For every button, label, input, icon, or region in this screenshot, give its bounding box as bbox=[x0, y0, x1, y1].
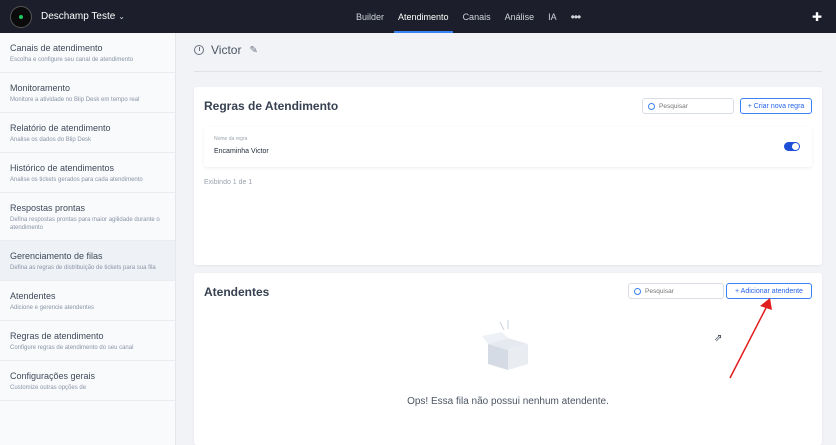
sidebar-item-desc: Analise os tickets gerados para cada ate… bbox=[10, 177, 143, 183]
clock-icon bbox=[194, 45, 204, 55]
add-agent-button[interactable]: + Adicionar atendente bbox=[726, 283, 812, 299]
nav-builder[interactable]: Builder bbox=[356, 0, 384, 33]
rules-search-field[interactable] bbox=[659, 102, 729, 110]
create-rule-button[interactable]: + Criar nova regra bbox=[740, 98, 812, 114]
search-icon bbox=[648, 102, 655, 110]
queue-header: Victor ✎ bbox=[194, 43, 258, 57]
sidebar-item-desc: Customize outras opções de bbox=[10, 385, 87, 391]
sidebar-item-title: Canais de atendimento bbox=[10, 43, 103, 53]
search-icon bbox=[634, 287, 641, 295]
nav-analise[interactable]: Análise bbox=[505, 0, 535, 33]
rule-active-toggle[interactable] bbox=[784, 142, 800, 151]
empty-box-icon bbox=[482, 320, 528, 370]
rules-title: Regras de Atendimento bbox=[204, 99, 339, 113]
sidebar-item-canais[interactable]: Canais de atendimento Escolha e configur… bbox=[0, 33, 175, 73]
mouse-cursor-icon: ⇗ bbox=[714, 333, 723, 344]
sidebar-item-filas[interactable]: Gerenciamento de filas Defina as regras … bbox=[0, 241, 175, 281]
sidebar-item-title: Configurações gerais bbox=[10, 371, 96, 381]
agents-card: Atendentes + Adicionar atendente Ops! Es… bbox=[194, 273, 822, 445]
nav-ia[interactable]: IA bbox=[548, 0, 557, 33]
sidebar-item-monitoramento[interactable]: Monitoramento Monitore a atividade no Bl… bbox=[0, 73, 175, 113]
sidebar-item-respostas[interactable]: Respostas prontas Defina respostas pront… bbox=[0, 193, 175, 241]
sidebar-item-desc: Monitore a atividade no Blip Desk em tem… bbox=[10, 97, 140, 103]
nav-atendimento[interactable]: Atendimento bbox=[394, 0, 453, 33]
sidebar-item-desc: Defina respostas prontas para maior agil… bbox=[10, 217, 160, 231]
top-navigation-bar: Deschamp Teste ⌄ Builder Atendimento Can… bbox=[0, 0, 836, 33]
sidebar-item-title: Atendentes bbox=[10, 291, 56, 301]
rule-name-label: Nome da regra bbox=[214, 136, 248, 142]
sidebar-item-title: Respostas prontas bbox=[10, 203, 86, 213]
sidebar-item-desc: Adicione e gerencie atendentes bbox=[10, 305, 95, 311]
sidebar-item-historico[interactable]: Histórico de atendimentos Analise os tic… bbox=[0, 153, 175, 193]
workspace-name: Deschamp Teste bbox=[41, 11, 116, 22]
sidebar-item-desc: Escolha e configure seu canal de atendim… bbox=[10, 57, 134, 63]
nav-canais[interactable]: Canais bbox=[463, 0, 491, 33]
agents-search-input[interactable] bbox=[628, 283, 724, 299]
sidebar-item-title: Relatório de atendimento bbox=[10, 123, 111, 133]
extensions-icon[interactable]: ✚ bbox=[812, 10, 826, 24]
sidebar-item-title: Regras de atendimento bbox=[10, 331, 104, 341]
rule-name-value: Encaminha Victor bbox=[214, 148, 269, 155]
sidebar-item-configuracoes[interactable]: Configurações gerais Customize outras op… bbox=[0, 361, 175, 401]
rules-search-input[interactable] bbox=[642, 98, 734, 114]
settings-sidebar: Canais de atendimento Escolha e configur… bbox=[0, 33, 176, 445]
rule-row[interactable]: Nome da regra Encaminha Victor bbox=[204, 127, 812, 167]
rules-card: Regras de Atendimento + Criar nova regra… bbox=[194, 87, 822, 265]
sidebar-item-atendentes[interactable]: Atendentes Adicione e gerencie atendente… bbox=[0, 281, 175, 321]
sidebar-item-desc: Analise os dados do Blip Desk bbox=[10, 137, 92, 143]
queue-name: Victor bbox=[211, 43, 242, 57]
more-icon[interactable]: ••• bbox=[571, 0, 582, 33]
agents-title: Atendentes bbox=[204, 285, 270, 299]
bot-avatar-icon bbox=[10, 5, 32, 28]
divider bbox=[194, 71, 822, 72]
empty-state-message: Ops! Essa fila não possui nenhum atenden… bbox=[407, 396, 609, 407]
sidebar-item-relatorio[interactable]: Relatório de atendimento Analise os dado… bbox=[0, 113, 175, 153]
agents-search-field[interactable] bbox=[645, 287, 715, 295]
sidebar-item-desc: Configure regras de atendimento do seu c… bbox=[10, 345, 134, 351]
edit-pencil-icon[interactable]: ✎ bbox=[249, 45, 257, 56]
sidebar-item-title: Histórico de atendimentos bbox=[10, 163, 115, 173]
sidebar-item-regras[interactable]: Regras de atendimento Configure regras d… bbox=[0, 321, 175, 361]
sidebar-item-title: Monitoramento bbox=[10, 83, 71, 93]
sidebar-item-title: Gerenciamento de filas bbox=[10, 251, 103, 261]
pagination-info: Exibindo 1 de 1 bbox=[204, 179, 253, 186]
workspace-selector[interactable]: Deschamp Teste ⌄ bbox=[10, 5, 125, 28]
chevron-down-icon: ⌄ bbox=[118, 12, 125, 21]
main-content: Victor ✎ Regras de Atendimento + Criar n… bbox=[176, 33, 836, 445]
main-nav: Builder Atendimento Canais Análise IA ••… bbox=[356, 0, 582, 33]
sidebar-item-desc: Defina as regras de distribuição de tick… bbox=[10, 265, 156, 271]
